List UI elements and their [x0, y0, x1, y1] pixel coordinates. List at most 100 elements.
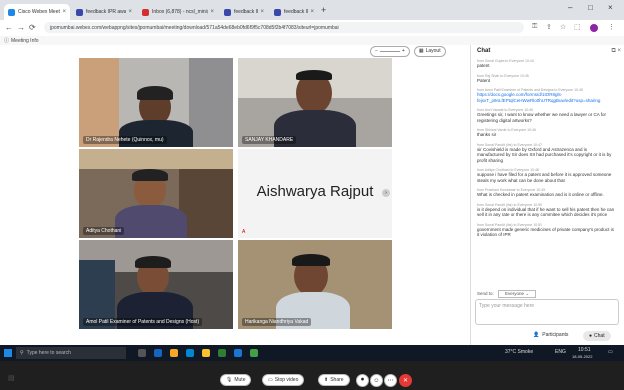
chat-message: from Aditya Chothani to Everyone 10:48 su… — [477, 168, 612, 183]
record-button[interactable]: ⏺ — [356, 374, 369, 387]
layout-button[interactable]: ▦ Layout — [413, 45, 446, 57]
excel-icon[interactable] — [218, 349, 226, 357]
close-tab-icon[interactable]: × — [310, 9, 314, 15]
bookmark-star-icon[interactable]: ☆ — [560, 23, 566, 31]
close-tab-icon[interactable]: × — [260, 9, 264, 15]
chat-panel: Chat ⧉ × from Sonal Gupta to Everyone 10… — [470, 45, 624, 345]
participant-video-tile[interactable]: Harikanga Niandhriya Vakad — [238, 240, 392, 329]
zoom-track[interactable] — [379, 50, 400, 52]
close-tab-icon[interactable]: × — [62, 9, 66, 15]
close-tab-icon[interactable]: × — [210, 9, 214, 15]
meeting-video-area: − + ▦ Layout Dr Rajendra Nehete (Quinnox… — [0, 45, 470, 387]
browser-tab[interactable]: feedback IPR awareness session× — [270, 4, 318, 20]
captions-icon[interactable]: ▤ — [8, 374, 15, 382]
zoom-slider[interactable]: − + — [370, 45, 410, 57]
browser-tab[interactable]: Inbox (6,878) - ncsl_mini@tcm...× — [138, 4, 218, 20]
participant-video-tile[interactable]: Dr Rajendra Nehete (Quinnox, mu) — [79, 58, 233, 147]
edge-icon[interactable] — [154, 349, 162, 357]
address-bar-row: ← → ⟳ jpomumbai.webex.com/webappng/sites… — [0, 20, 624, 37]
end-call-button[interactable]: ✕ — [399, 374, 412, 387]
taskbar-search-box[interactable]: ⚲ Type here to search — [16, 347, 126, 359]
more-icon: ⋯ — [387, 378, 394, 384]
participant-name-label: Amol Patil Examiner of Patents and Desig… — [83, 318, 203, 326]
word-icon[interactable] — [234, 349, 242, 357]
forms-favicon-icon — [76, 8, 83, 16]
send-to-dropdown[interactable]: Everyone ⌄ — [498, 290, 537, 298]
chat-message: from Amol Patil Examiner of Patents and … — [477, 88, 615, 103]
share-screen-icon: ⬆ — [324, 377, 329, 383]
chat-message: from Sonal Pandit (ihs) to Everyone 10:4… — [477, 142, 612, 163]
close-window-icon[interactable]: × — [608, 3, 613, 12]
chat-bubble-icon: ● — [589, 333, 593, 339]
notifications-icon[interactable]: ▭ — [608, 349, 613, 355]
chat-message: from Raj Shah to Everyone 10:45 Patent — [477, 73, 529, 83]
url-field[interactable]: jpomumbai.webex.com/webappng/sites/jpomu… — [44, 22, 524, 33]
microphone-icon: 🎙 — [226, 377, 233, 383]
task-view-icon[interactable] — [138, 349, 146, 357]
participant-name-label: Aditya Chothani — [83, 227, 125, 235]
maximize-icon[interactable]: □ — [588, 3, 593, 12]
back-icon[interactable]: ← — [5, 23, 13, 32]
smiley-icon: ☺ — [373, 377, 380, 384]
participant-video-tile[interactable]: SANJAY KHANDARE — [238, 58, 392, 147]
reactions-button[interactable]: ☺ — [370, 374, 383, 387]
chat-bottom-bar: 👤 Participants ● Chat — [471, 329, 624, 345]
mute-button[interactable]: 🎙 Mute — [220, 374, 252, 386]
stop-video-button[interactable]: ▭ Stop video — [262, 374, 305, 386]
file-explorer-icon[interactable] — [170, 349, 178, 357]
forms-favicon-icon — [224, 8, 231, 16]
participant-display-name: Aishwarya Rajput — [256, 183, 374, 200]
chat-button[interactable]: ● Chat — [583, 331, 611, 341]
zoom-in-icon[interactable]: + — [402, 48, 405, 54]
chat-message: from Sonal Gupta to Everyone 10:44 patent — [477, 59, 534, 68]
forward-icon[interactable]: → — [17, 23, 25, 32]
participant-video-tile[interactable]: Aishwarya Rajput A › — [238, 149, 392, 238]
new-tab-button[interactable]: + — [321, 5, 326, 15]
zoom-out-icon[interactable]: − — [375, 48, 378, 54]
close-tab-icon[interactable]: × — [128, 9, 132, 15]
participants-button[interactable]: 👤 Participants — [533, 332, 568, 338]
popout-icon[interactable]: ⧉ — [612, 48, 616, 54]
participants-icon: 👤 — [533, 332, 540, 338]
key-icon[interactable]: ⚿ — [532, 23, 537, 31]
next-page-icon[interactable]: › — [382, 189, 390, 197]
share-button[interactable]: ⬆ Share — [318, 374, 350, 386]
weather-widget[interactable]: 37°C Smoke — [505, 349, 533, 355]
reload-icon[interactable]: ⟳ — [29, 23, 36, 32]
participant-video-tile[interactable]: Amol Patil Examiner of Patents and Desig… — [79, 240, 233, 329]
participant-name-label: Dr Rajendra Nehete (Quinnox, mu) — [83, 136, 167, 144]
profile-avatar[interactable] — [590, 24, 598, 32]
chat-link[interactable]: https://docs.google.com/forms/d/1tOR8gls… — [477, 92, 615, 103]
video-camera-icon: ▭ — [268, 377, 273, 383]
chrome-icon[interactable] — [202, 349, 210, 357]
extensions-icon[interactable]: ⬚ — [574, 23, 581, 31]
webex-taskbar-icon[interactable] — [250, 349, 258, 357]
more-options-button[interactable]: ⋯ — [384, 374, 397, 387]
minimize-icon[interactable]: – — [568, 3, 572, 12]
forms-favicon-icon — [274, 8, 281, 16]
search-icon: ⚲ — [20, 350, 24, 356]
chat-message: from Anvi Varade to Everyone 10:46 Greeti… — [477, 108, 607, 123]
chat-messages: from Sonal Gupta to Everyone 10:44 patent… — [477, 59, 615, 243]
participant-initial-label: A — [242, 229, 246, 235]
share-page-icon[interactable]: ⇪ — [546, 23, 552, 31]
participant-video-tile[interactable]: Aditya Chothani — [79, 149, 233, 238]
browser-menu-icon[interactable]: ⋮ — [608, 23, 615, 31]
store-icon[interactable] — [186, 349, 194, 357]
meeting-info-link[interactable]: Meeting Info — [11, 38, 39, 44]
chat-message-input[interactable]: Type your message here — [475, 299, 619, 325]
browser-tab[interactable]: feedback IPR awareness session× — [220, 4, 268, 20]
send-to-row: Send to: Everyone ⌄ — [477, 290, 537, 298]
chat-panel-controls: ⧉ × — [612, 48, 621, 55]
chat-title: Chat — [477, 48, 491, 54]
chat-message: from Prashant Kondawar to Everyone 10:49… — [477, 188, 604, 197]
clock-date[interactable]: 18-05-2022 — [572, 354, 592, 359]
browser-tab[interactable]: Cisco Webex Meetings× — [4, 4, 70, 20]
chevron-down-icon: ⌄ — [525, 291, 530, 296]
clock-time[interactable]: 10:51 — [578, 347, 591, 353]
browser-tab[interactable]: feedback IPR awareness session× — [72, 4, 136, 20]
webex-favicon-icon — [8, 8, 15, 16]
language-indicator[interactable]: ENG — [555, 349, 566, 355]
close-chat-icon[interactable]: × — [617, 48, 621, 54]
windows-start-icon[interactable] — [4, 349, 12, 357]
